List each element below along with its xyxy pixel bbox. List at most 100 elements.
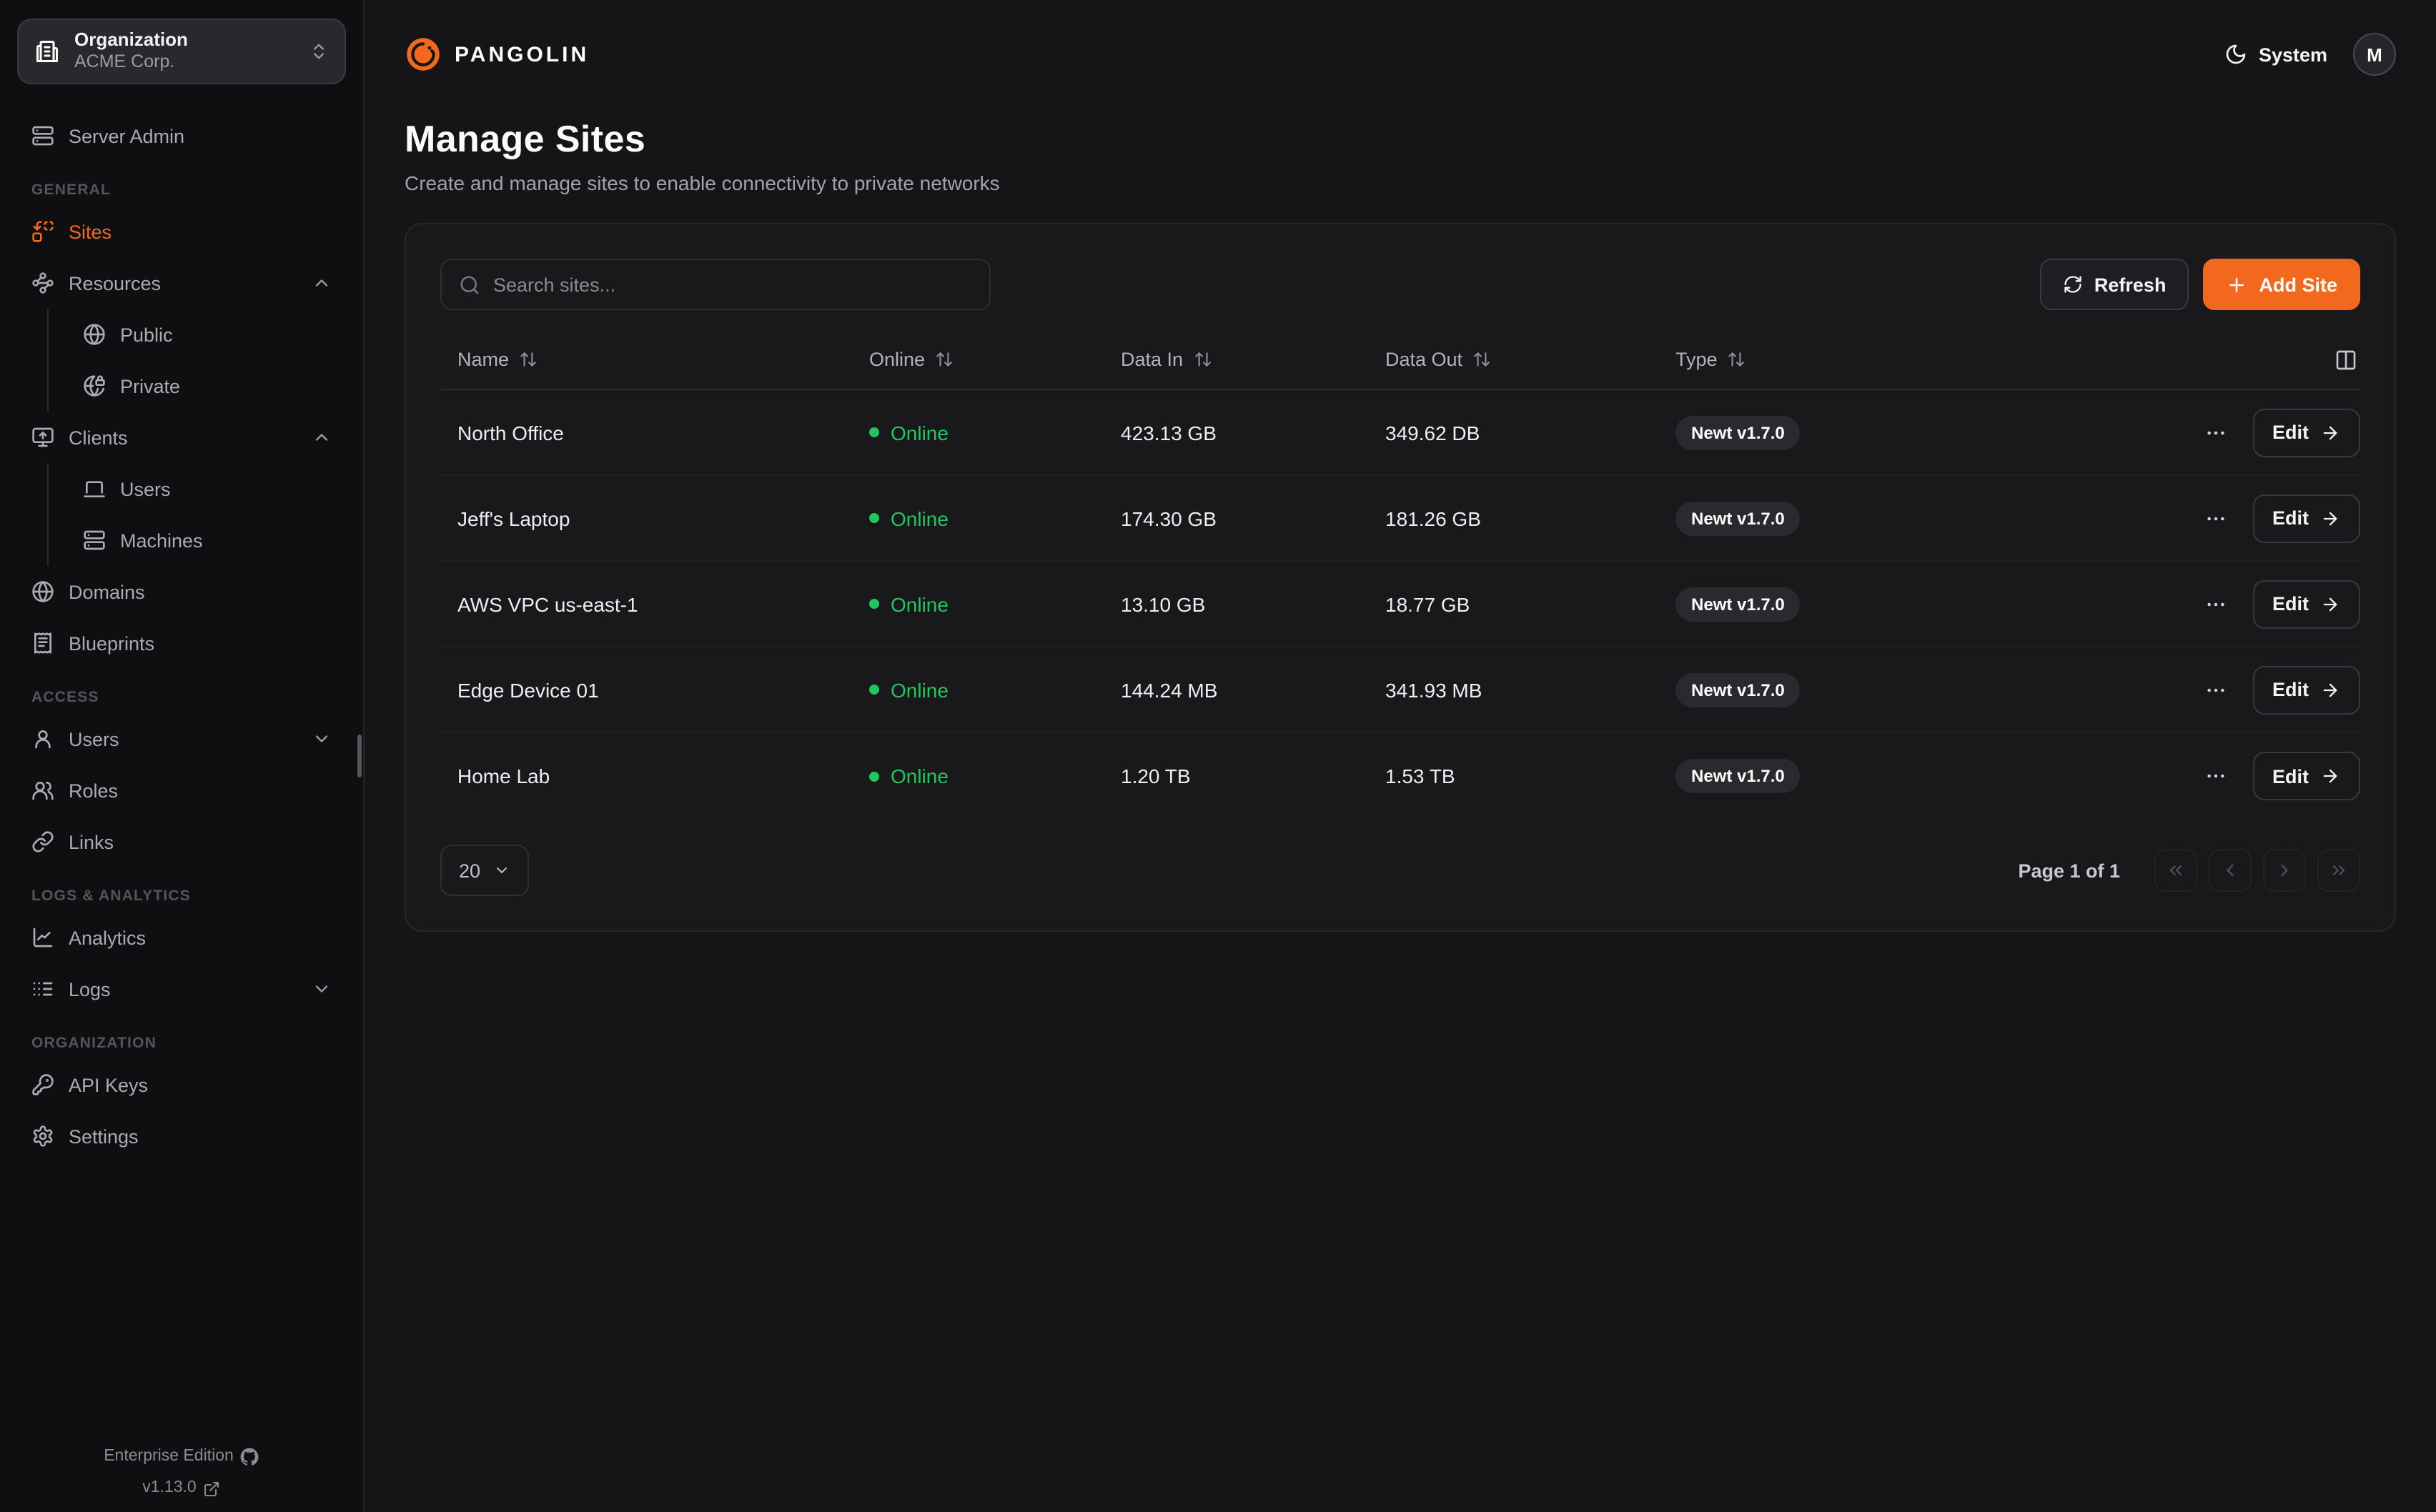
version-label: v1.13.0 xyxy=(142,1481,196,1498)
external-link-icon xyxy=(204,1481,221,1498)
sidebar-footer: Enterprise Edition v1.13.0 xyxy=(17,1433,346,1498)
page-info: Page 1 of 1 xyxy=(2018,860,2120,881)
sidebar-item-domains[interactable]: Domains xyxy=(17,566,346,617)
column-settings-button[interactable] xyxy=(2332,345,2360,374)
page-title: Manage Sites xyxy=(405,117,2396,161)
column-header-online[interactable]: Online xyxy=(869,349,1121,370)
table-row: Jeff's Laptop Online 174.30 GB 181.26 GB… xyxy=(440,476,2360,562)
edit-button[interactable]: Edit xyxy=(2252,494,2360,542)
avatar[interactable]: M xyxy=(2353,33,2396,76)
sidebar-item-links[interactable]: Links xyxy=(17,816,346,867)
edit-button[interactable]: Edit xyxy=(2252,408,2360,457)
status-text: Online xyxy=(891,507,949,529)
sidebar-item-sites[interactable]: Sites xyxy=(17,206,346,257)
arrow-right-icon xyxy=(2320,680,2340,700)
sidebar-item-label: Resources xyxy=(69,272,297,294)
topbar: PANGOLIN System M xyxy=(365,0,2436,109)
sidebar-item-label: Users xyxy=(120,478,332,499)
type-badge: Newt v1.7.0 xyxy=(1675,587,1801,621)
site-name: North Office xyxy=(440,421,869,444)
version-link[interactable]: v1.13.0 xyxy=(17,1481,346,1498)
row-menu-button[interactable] xyxy=(2198,587,2232,621)
add-site-button[interactable]: Add Site xyxy=(2203,259,2360,310)
server-icon xyxy=(83,529,106,552)
edit-button[interactable]: Edit xyxy=(2252,580,2360,628)
column-header-type[interactable]: Type xyxy=(1675,349,2146,370)
row-actions: Edit xyxy=(2198,580,2360,628)
sidebar-item-label: Server Admin xyxy=(69,125,332,146)
type-badge: Newt v1.7.0 xyxy=(1675,672,1801,707)
arrow-right-icon xyxy=(2320,766,2340,786)
sidebar-item-clients[interactable]: Clients xyxy=(17,412,346,463)
chart-line-icon xyxy=(31,926,54,949)
table-body: North Office Online 423.13 GB 349.62 DB … xyxy=(440,390,2360,819)
status-text: Online xyxy=(891,765,949,787)
edition-link[interactable]: Enterprise Edition xyxy=(17,1448,346,1466)
column-header-data-in[interactable]: Data In xyxy=(1121,349,1385,370)
organization-texts: Organization ACME Corp. xyxy=(74,31,294,73)
column-header-name[interactable]: Name xyxy=(440,349,869,370)
row-menu-button[interactable] xyxy=(2198,672,2232,707)
gear-icon xyxy=(31,1125,54,1148)
sidebar-item-label: Settings xyxy=(69,1125,332,1147)
clients-subtree: Users Machines xyxy=(47,463,346,566)
sidebar-item-roles[interactable]: Roles xyxy=(17,765,346,816)
section-access: ACCESS xyxy=(17,689,346,706)
first-page-button[interactable] xyxy=(2154,849,2197,892)
next-page-button[interactable] xyxy=(2263,849,2306,892)
row-menu-button[interactable] xyxy=(2198,501,2232,535)
monitor-up-icon xyxy=(31,426,54,449)
sidebar-item-label: Sites xyxy=(69,221,332,242)
edit-button[interactable]: Edit xyxy=(2252,665,2360,714)
sidebar-item-label: Links xyxy=(69,831,332,852)
sidebar-item-blueprints[interactable]: Blueprints xyxy=(17,617,346,669)
column-header-data-out[interactable]: Data Out xyxy=(1385,349,1675,370)
section-logs-analytics: LOGS & ANALYTICS xyxy=(17,887,346,905)
sidebar-item-resources[interactable]: Resources xyxy=(17,257,346,309)
refresh-label: Refresh xyxy=(2094,274,2167,295)
site-type-cell: Newt v1.7.0 xyxy=(1675,759,2146,793)
table-row: North Office Online 423.13 GB 349.62 DB … xyxy=(440,390,2360,476)
sidebar-item-label: Domains xyxy=(69,581,332,602)
page-subtitle: Create and manage sites to enable connec… xyxy=(405,171,2396,194)
search-input[interactable] xyxy=(493,274,972,295)
arrow-right-icon xyxy=(2320,508,2340,528)
sidebar-item-public[interactable]: Public xyxy=(49,309,346,360)
topbar-right: System M xyxy=(2224,33,2396,76)
sidebar-item-machines[interactable]: Machines xyxy=(49,514,346,566)
refresh-button[interactable]: Refresh xyxy=(2040,259,2189,310)
last-page-button[interactable] xyxy=(2317,849,2360,892)
sidebar-scrollbar-thumb[interactable] xyxy=(357,735,362,777)
edit-label: Edit xyxy=(2272,593,2309,615)
sidebar-item-settings[interactable]: Settings xyxy=(17,1110,346,1162)
globe-lock-icon xyxy=(83,374,106,397)
page-size-select[interactable]: 20 xyxy=(440,845,529,896)
site-data-in: 423.13 GB xyxy=(1121,421,1385,444)
site-type-cell: Newt v1.7.0 xyxy=(1675,415,2146,449)
site-data-out: 349.62 DB xyxy=(1385,421,1675,444)
sidebar-item-label: Public xyxy=(120,324,332,345)
edit-button[interactable]: Edit xyxy=(2252,752,2360,800)
resources-subtree: Public Private xyxy=(47,309,346,412)
search-icon xyxy=(459,274,480,295)
sidebar-item-analytics[interactable]: Analytics xyxy=(17,912,346,963)
sidebar-item-users[interactable]: Users xyxy=(17,713,346,765)
sidebar-item-private[interactable]: Private xyxy=(49,360,346,412)
organization-selector[interactable]: Organization ACME Corp. xyxy=(17,19,346,84)
row-menu-button[interactable] xyxy=(2198,759,2232,793)
sidebar-item-server-admin[interactable]: Server Admin xyxy=(17,110,346,161)
row-menu-button[interactable] xyxy=(2198,415,2232,449)
site-name: Edge Device 01 xyxy=(440,678,869,701)
sidebar-item-client-users[interactable]: Users xyxy=(49,463,346,514)
main-area: PANGOLIN System M Manage Sites Create an… xyxy=(365,0,2436,1512)
site-name: Home Lab xyxy=(440,765,869,787)
sidebar-item-api-keys[interactable]: API Keys xyxy=(17,1059,346,1110)
sidebar-item-label: Users xyxy=(69,728,297,750)
sidebar-item-logs[interactable]: Logs xyxy=(17,963,346,1015)
sidebar-item-label: Machines xyxy=(120,529,332,551)
site-data-out: 341.93 MB xyxy=(1385,678,1675,701)
brand: PANGOLIN xyxy=(405,36,589,73)
prev-page-button[interactable] xyxy=(2209,849,2252,892)
theme-toggle-button[interactable]: System xyxy=(2224,43,2327,66)
logs-icon xyxy=(31,978,54,1000)
